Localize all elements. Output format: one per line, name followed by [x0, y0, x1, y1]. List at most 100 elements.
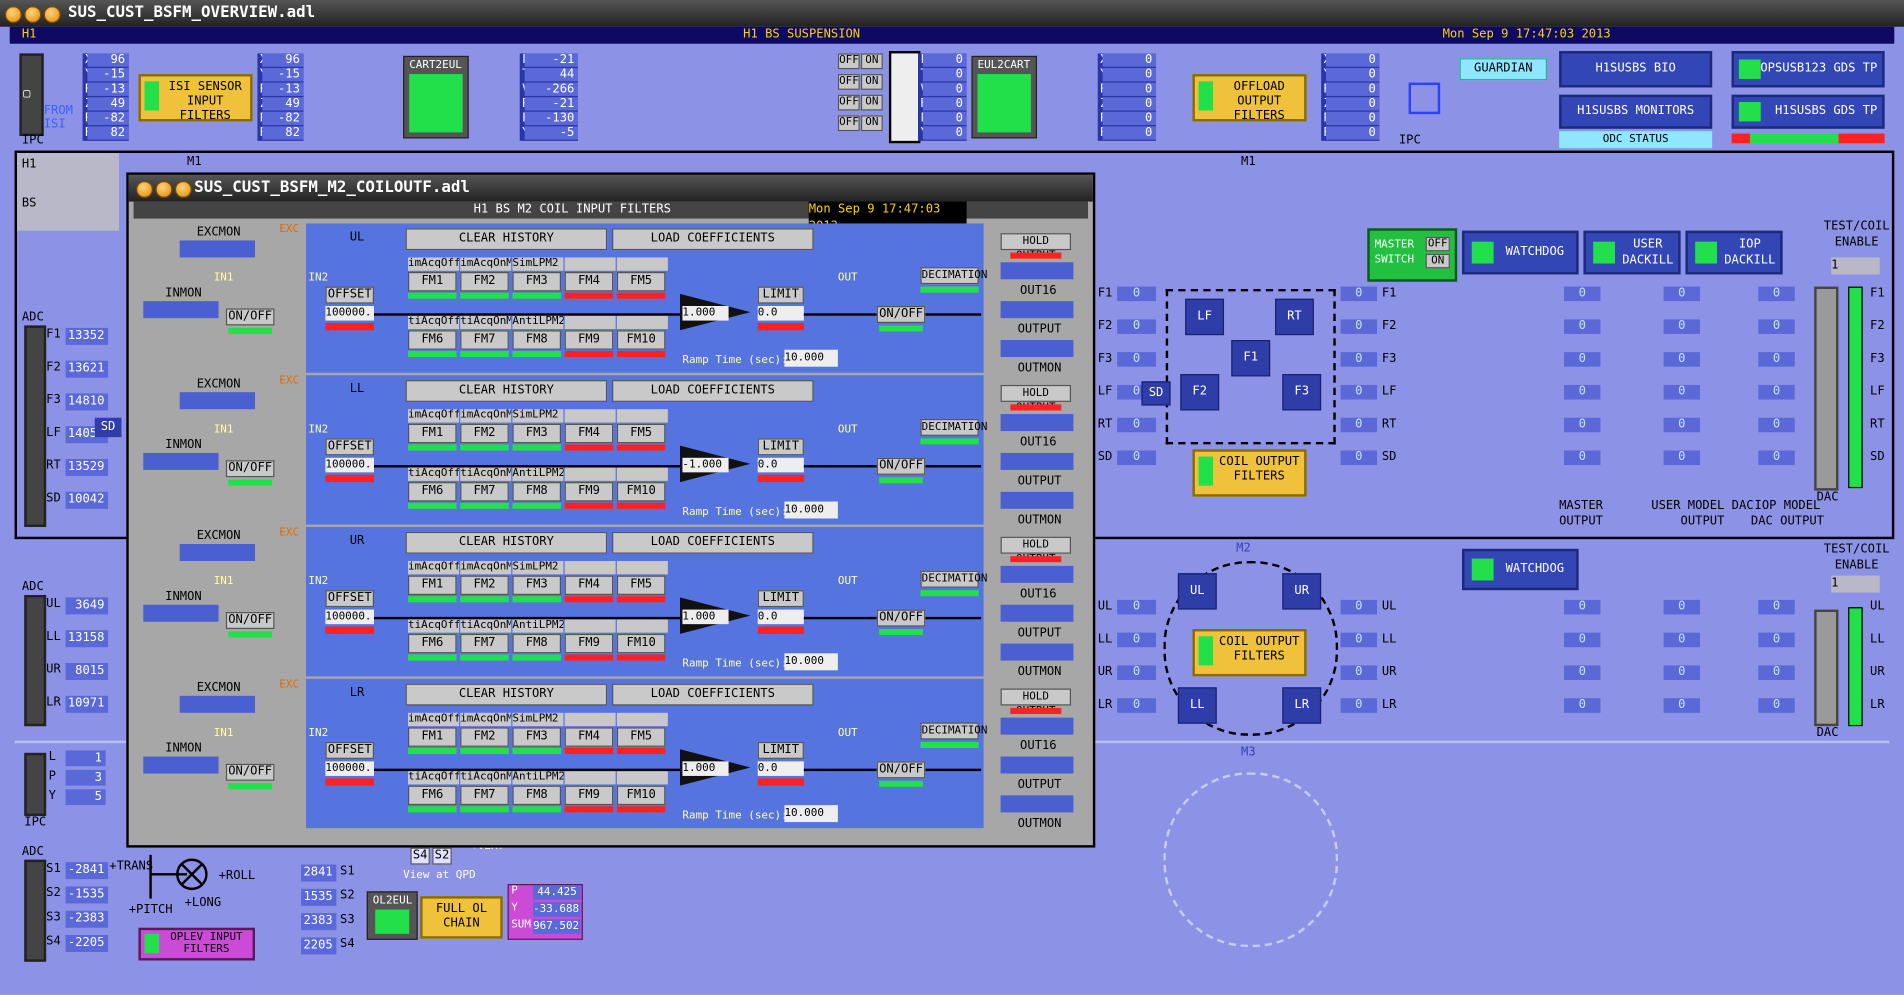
gds-tp1-button[interactable]: H1IOPSUSB123 GDS TP — [1731, 51, 1885, 88]
input-onoff-button[interactable]: ON/OFF — [225, 612, 275, 630]
gain-value[interactable]: 1.000 — [682, 306, 729, 321]
master-switch[interactable]: MASTER SWITCH OFF ON — [1367, 228, 1458, 282]
limit-button[interactable]: LIMIT — [757, 286, 804, 304]
load-coefficients-button[interactable]: LOAD COEFFICIENTS — [612, 683, 814, 706]
offset-button[interactable]: OFFSET — [325, 286, 375, 304]
ramp-time-value[interactable]: 10.000 — [784, 653, 838, 671]
off-button[interactable]: OFF — [837, 94, 860, 111]
fm-button-bot[interactable]: FM8 — [512, 330, 562, 350]
decimation-button[interactable]: DECIMATION — [920, 570, 987, 588]
m1-coil-3[interactable]: F2 — [1180, 374, 1220, 411]
master-switch-off[interactable]: OFF — [1425, 236, 1450, 252]
decimation-button[interactable]: DECIMATION — [920, 722, 987, 740]
m2-watchdog-button[interactable]: WATCHDOG — [1462, 548, 1579, 591]
input-onoff-button[interactable]: ON/OFF — [225, 460, 275, 478]
ramp-time-value[interactable]: 10.000 — [784, 805, 838, 823]
fm-button-bot[interactable]: FM10 — [616, 330, 666, 350]
load-coefficients-button[interactable]: LOAD COEFFICIENTS — [612, 531, 814, 554]
m1-coil-filters-button[interactable]: COIL OUTPUT FILTERS — [1192, 449, 1307, 497]
on-button[interactable]: ON — [860, 115, 883, 132]
hold-output-button[interactable]: HOLD OUTPUT — [1000, 233, 1072, 262]
fm-button-top[interactable]: FM4 — [564, 272, 614, 292]
fm-button-top[interactable]: FM2 — [460, 272, 509, 292]
fm-button-bot[interactable]: FM6 — [408, 482, 457, 502]
ramp-time-value[interactable]: 10.000 — [784, 501, 838, 519]
coil-close-icon[interactable] — [136, 180, 154, 198]
fm-button-top[interactable]: FM4 — [564, 727, 614, 747]
off-button[interactable]: OFF — [837, 53, 860, 70]
m1-test-coil-input[interactable]: 1 — [1831, 257, 1880, 275]
m1-coil-4[interactable]: F3 — [1282, 374, 1322, 411]
fm-button-top[interactable]: FM3 — [512, 727, 562, 747]
fm-button-top[interactable]: FM2 — [460, 727, 509, 747]
off-button[interactable]: OFF — [837, 74, 860, 90]
m2-coil-1[interactable]: UR — [1282, 573, 1322, 610]
fm-button-bot[interactable]: FM8 — [512, 785, 562, 806]
clear-history-button[interactable]: CLEAR HISTORY — [405, 228, 608, 251]
m2-coil-filters-button[interactable]: COIL OUTPUT FILTERS — [1192, 629, 1307, 677]
overview-titlebar[interactable]: SUS_CUST_BSFM_OVERVIEW.adl — [0, 0, 1904, 27]
output-onoff-button[interactable]: ON/OFF — [876, 761, 926, 779]
fm-button-bot[interactable]: FM10 — [616, 633, 666, 654]
fm-button-top[interactable]: FM3 — [512, 423, 562, 444]
fm-button-top[interactable]: FM1 — [408, 575, 457, 596]
fm-button-top[interactable]: FM1 — [408, 272, 457, 292]
fm-button-top[interactable]: FM4 — [564, 575, 614, 596]
offset-value[interactable]: 100000. — [325, 457, 375, 473]
m1-dac-block[interactable] — [1814, 286, 1839, 491]
m2-test-coil-input[interactable]: 1 — [1831, 575, 1880, 593]
fm-button-bot[interactable]: FM8 — [512, 482, 562, 502]
output-onoff-button[interactable]: ON/OFF — [876, 306, 926, 324]
coil-titlebar[interactable]: SUS_CUST_BSFM_M2_COILOUTF.adl — [128, 174, 1093, 202]
offon-switch[interactable]: OFF ON — [837, 53, 887, 70]
fm-button-top[interactable]: FM5 — [616, 727, 666, 747]
clear-history-button[interactable]: CLEAR HISTORY — [405, 531, 608, 554]
limit-value[interactable]: 0.0 — [757, 457, 804, 473]
limit-value[interactable]: 0.0 — [757, 761, 804, 776]
monitors-button[interactable]: H1SUSBS MONITORS — [1559, 94, 1713, 129]
gain-value[interactable]: 1.000 — [682, 609, 729, 625]
fm-button-top[interactable]: FM1 — [408, 423, 457, 444]
ramp-time-value[interactable]: 10.000 — [784, 349, 838, 367]
fm-button-bot[interactable]: FM9 — [564, 330, 614, 350]
output-onoff-button[interactable]: ON/OFF — [876, 457, 926, 475]
m2-dac-block[interactable] — [1814, 609, 1839, 727]
hold-output-button[interactable]: HOLD OUTPUT — [1000, 384, 1072, 414]
window-minimize-icon[interactable] — [24, 6, 42, 24]
limit-value[interactable]: 0.0 — [757, 609, 804, 625]
fm-button-bot[interactable]: FM9 — [564, 633, 614, 654]
m1-coil-0[interactable]: LF — [1185, 298, 1225, 336]
offset-button[interactable]: OFFSET — [325, 741, 375, 759]
load-coefficients-button[interactable]: LOAD COEFFICIENTS — [612, 380, 814, 402]
master-switch-on[interactable]: ON — [1425, 253, 1450, 269]
on-button[interactable]: ON — [860, 53, 883, 70]
m2-coil-0[interactable]: UL — [1177, 573, 1217, 610]
fm-button-top[interactable]: FM5 — [616, 575, 666, 596]
fm-button-bot[interactable]: FM7 — [460, 330, 509, 350]
fm-button-top[interactable]: FM1 — [408, 727, 457, 747]
full-ol-chain-button[interactable]: FULL OL CHAIN — [420, 896, 503, 939]
fm-button-top[interactable]: FM2 — [460, 575, 509, 596]
oplev-filters-button[interactable]: OPLEV INPUT FILTERS — [138, 927, 256, 961]
coil-minimize-icon[interactable] — [155, 180, 173, 198]
limit-button[interactable]: LIMIT — [757, 590, 804, 608]
fm-button-bot[interactable]: FM9 — [564, 482, 614, 502]
fm-button-top[interactable]: FM3 — [512, 575, 562, 596]
user-dackill-button[interactable]: USER DACKILL — [1583, 230, 1681, 275]
input-onoff-button[interactable]: ON/OFF — [225, 763, 275, 781]
fm-button-top[interactable]: FM4 — [564, 423, 614, 444]
decimation-button[interactable]: DECIMATION — [920, 418, 987, 436]
fm-button-bot[interactable]: FM6 — [408, 330, 457, 350]
offset-value[interactable]: 100000. — [325, 609, 375, 625]
clear-history-button[interactable]: CLEAR HISTORY — [405, 683, 608, 706]
fm-button-top[interactable]: FM5 — [616, 272, 666, 292]
input-onoff-button[interactable]: ON/OFF — [225, 308, 275, 326]
hold-output-button[interactable]: HOLD OUTPUT — [1000, 688, 1072, 718]
fm-button-bot[interactable]: FM9 — [564, 785, 614, 806]
offset-button[interactable]: OFFSET — [325, 438, 375, 456]
offset-value[interactable]: 100000. — [325, 306, 375, 321]
m2-coil-2[interactable]: LL — [1177, 687, 1217, 724]
output-onoff-button[interactable]: ON/OFF — [876, 609, 926, 627]
m1-coil-5[interactable]: SD — [1141, 381, 1171, 406]
m1-coil-2[interactable]: F1 — [1231, 340, 1271, 377]
